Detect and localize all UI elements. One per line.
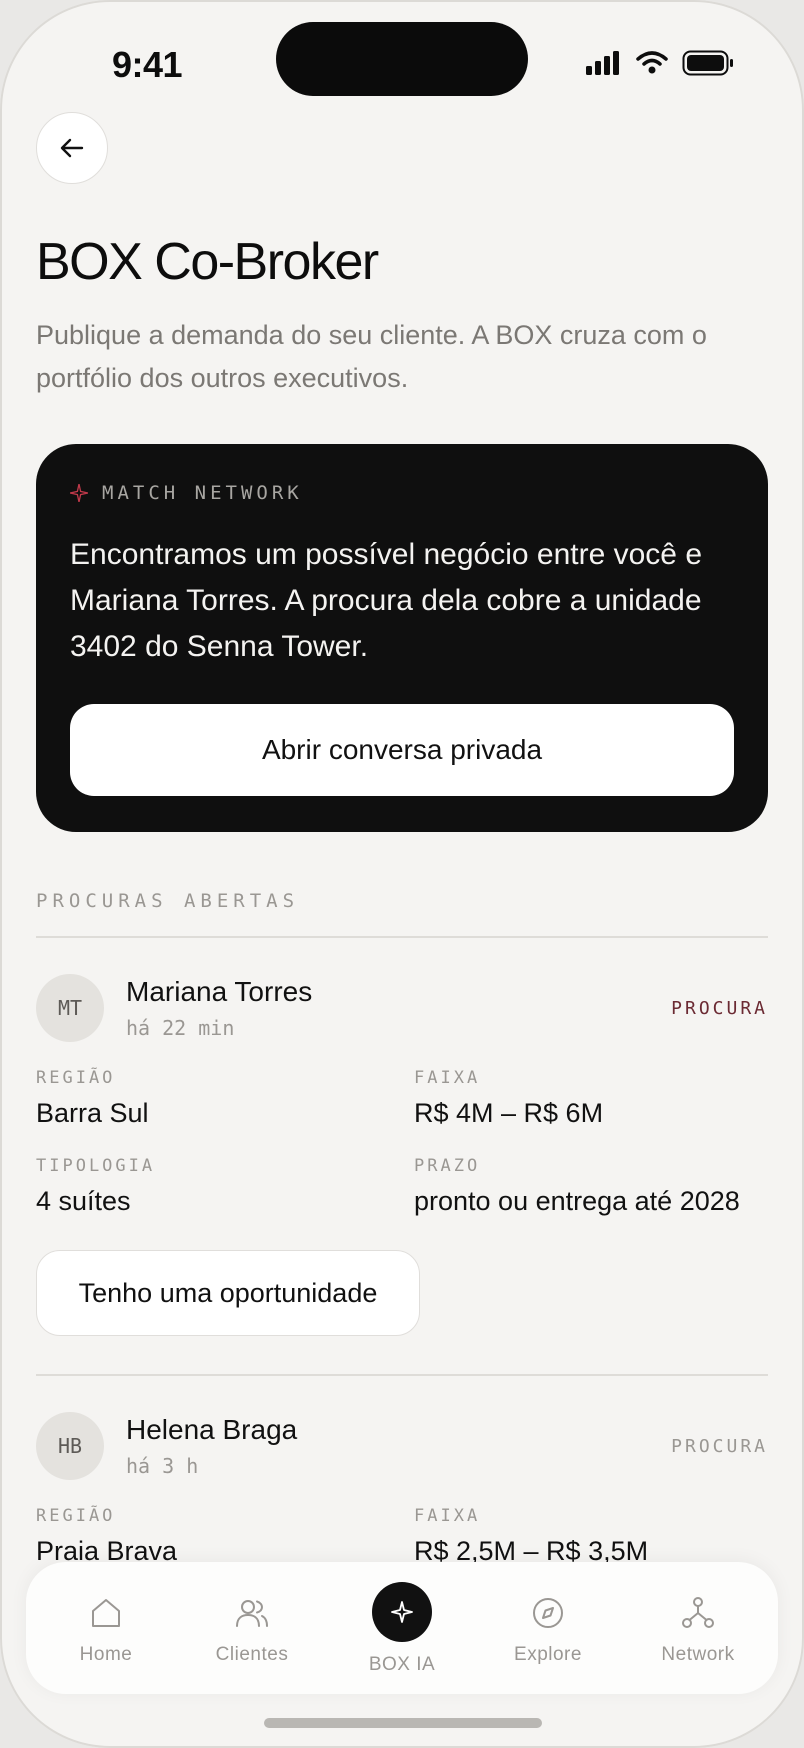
sparkle-icon [70, 484, 88, 502]
field-range: FAIXA R$ 2,5M – R$ 3,5M [414, 1506, 648, 1567]
tab-label: Explore [514, 1644, 582, 1665]
field-deadline: PRAZO pronto ou entrega até 2028 [414, 1156, 740, 1217]
match-message: Encontramos um possível negócio entre vo… [70, 538, 703, 663]
network-icon [682, 1597, 714, 1628]
match-tag-label: MATCH NETWORK [102, 482, 303, 504]
field-label: REGIÃO [36, 1068, 116, 1088]
phone-screen: 9:41 BOX Co-Broker Publique a demanda do… [0, 0, 804, 1748]
status-time: 9:41 [112, 44, 183, 85]
arrow-left-icon [60, 138, 84, 158]
tab-network[interactable]: Network [623, 1562, 773, 1694]
users-icon [236, 1600, 268, 1627]
home-indicator [264, 1718, 542, 1728]
divider [36, 1374, 768, 1376]
request-name[interactable]: Helena Braga [126, 1414, 297, 1446]
field-region: REGIÃO Praia Brava [36, 1506, 177, 1567]
wifi-icon [636, 51, 668, 74]
field-value: Barra Sul [36, 1098, 149, 1128]
avatar: HB [36, 1412, 104, 1480]
box-ia-button[interactable] [372, 1582, 432, 1642]
back-button[interactable] [36, 112, 108, 184]
dynamic-island [276, 22, 528, 96]
page-subtitle: Publique a demanda do seu cliente. A BOX… [36, 320, 707, 393]
tab-box-ia[interactable]: BOX IA [327, 1562, 477, 1694]
field-type: TIPOLOGIA 4 suítes [36, 1156, 155, 1217]
field-label: PRAZO [414, 1156, 481, 1176]
status-badge: PROCURA [671, 998, 768, 1019]
request-name[interactable]: Mariana Torres [126, 976, 312, 1008]
tab-clientes[interactable]: Clientes [177, 1562, 327, 1694]
open-private-chat-button[interactable]: Abrir conversa privada [70, 704, 734, 796]
request-card: HB Helena Braga há 3 h PROCURA REGIÃO Pr… [36, 1412, 768, 1566]
tab-label: BOX IA [368, 1654, 436, 1675]
match-network-card: MATCH NETWORK Encontramos um possível ne… [36, 444, 768, 832]
compass-icon [533, 1598, 563, 1628]
avatar: MT [36, 974, 104, 1042]
request-card: MT Mariana Torres há 22 min PROCURA REGI… [36, 974, 768, 1346]
sparkle-icon [391, 1601, 413, 1623]
status-badge: PROCURA [671, 1436, 768, 1457]
field-label: FAIXA [414, 1506, 481, 1526]
section-label: PROCURAS ABERTAS [36, 890, 300, 912]
field-region: REGIÃO Barra Sul [36, 1068, 149, 1129]
field-value: 4 suítes [36, 1186, 131, 1216]
signal-icon [586, 51, 619, 75]
field-value: pronto ou entrega até 2028 [414, 1186, 740, 1216]
tab-explore[interactable]: Explore [473, 1562, 623, 1694]
match-tag: MATCH NETWORK [70, 482, 303, 504]
tab-bar: Home Clientes BOX IA Explore Network [26, 1562, 778, 1694]
field-label: TIPOLOGIA [36, 1156, 156, 1176]
field-value: R$ 4M – R$ 6M [414, 1098, 604, 1128]
request-time: há 22 min [126, 1016, 235, 1040]
tab-label: Clientes [215, 1644, 289, 1665]
have-opportunity-button[interactable]: Tenho uma oportunidade [36, 1250, 420, 1336]
divider [36, 936, 768, 938]
tab-home[interactable]: Home [31, 1562, 181, 1694]
battery-icon [682, 50, 733, 76]
field-label: REGIÃO [36, 1506, 116, 1526]
field-label: FAIXA [414, 1068, 481, 1088]
home-icon [92, 1599, 120, 1627]
page-title: BOX Co-Broker [36, 233, 379, 291]
tab-label: Network [661, 1644, 735, 1665]
status-icons [586, 50, 734, 76]
tab-label: Home [79, 1644, 133, 1665]
request-time: há 3 h [126, 1454, 199, 1478]
field-range: FAIXA R$ 4M – R$ 6M [414, 1068, 603, 1129]
